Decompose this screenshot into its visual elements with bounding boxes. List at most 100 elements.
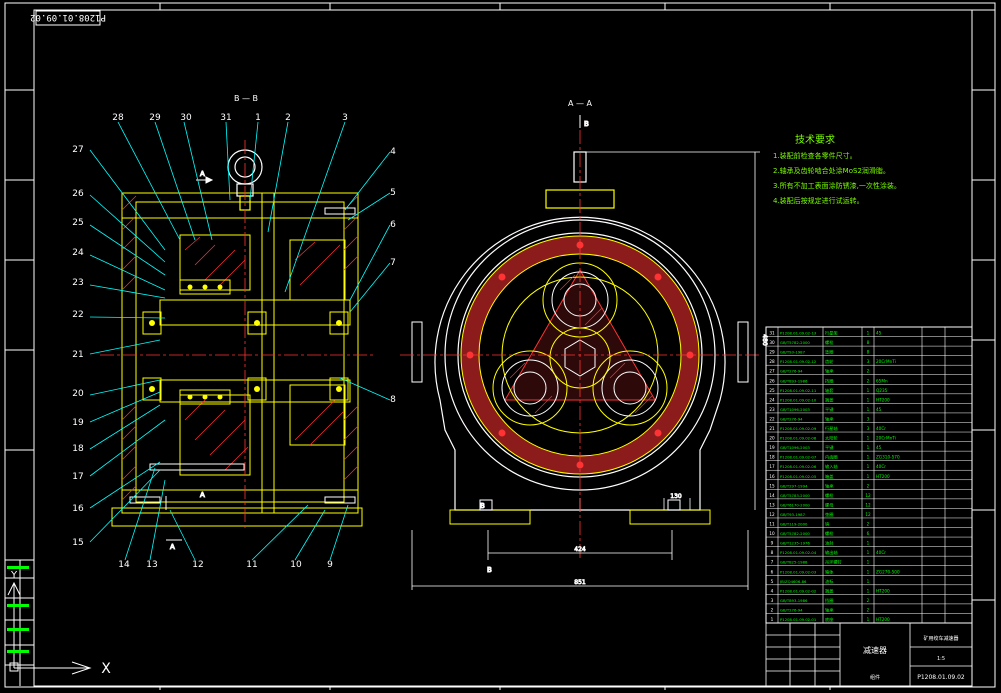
section-label-aa: A — A [568,99,593,108]
bom-cell-no: 30 [769,340,775,345]
bom-cell-code: P1208.01.09.02-12 [780,359,817,364]
bom-cell-no: 31 [769,331,775,336]
dim-height: 480 [761,334,768,346]
bom-cell-code: P1208.01.09.02-13 [780,331,817,336]
tech-note-2: 2.轴承及齿轮啮合处涂MoS2润滑脂。 [773,166,890,175]
balloon-top-4: 1 [255,113,261,123]
bom-cell-code: GB/T276-94 [780,369,803,374]
bom-cell-no: 21 [769,426,775,431]
bom-cell-code: GB/T893-1986 [780,378,808,383]
bom-cell-mat: HT200 [876,474,890,479]
balloon-left-2: 25 [72,218,83,228]
bom-cell-no: 9 [771,541,774,546]
view-marker-b-bottom: B [487,566,492,574]
balloon-right-0: 4 [390,147,396,157]
bom-cell-code: P1208.01.09.02-02 [780,588,817,593]
bom-cell-name: 螺栓 [825,530,834,537]
balloon-left-3: 24 [72,248,84,258]
balloon-bottom-5: 9 [327,560,333,570]
bom-cell-qty: 3 [867,359,870,364]
bom-cell-qty: 1 [867,331,870,336]
bom-cell-code: GB/T5783-2000 [780,493,810,498]
bom-cell-qty: 1 [867,474,870,479]
bom-cell-name: 输出轴 [825,549,838,556]
bom-cell-code: GB/T276-94 [780,416,803,421]
bom-cell-no: 14 [769,493,775,498]
title-block-project: 矿用绞车减速器 [923,635,958,642]
bom-cell-code: JB/ZQ4606-86 [779,579,807,584]
bom-cell-code: P1208.01.09.02-01 [780,617,817,622]
bom-cell-mat: 65Mn [876,378,888,383]
bom-cell-no: 1 [771,617,774,622]
bom-cell-qty: 8 [867,340,870,345]
bom-cell-qty: 1 [867,436,870,441]
balloon-bottom-4: 10 [290,560,302,570]
bom-cell-no: 24 [769,397,775,402]
bom-cell-name: 螺母 [825,501,833,508]
balloon-left-5: 22 [72,310,83,320]
tech-note-3: 3.所有不加工表面涂防锈漆,一次性涂装。 [773,181,901,190]
balloon-left-1: 26 [72,189,84,199]
model-space-background [0,0,1001,693]
bom-cell-no: 10 [769,531,775,536]
ucs-y-label: Y [10,570,18,581]
bom-cell-qty: 1 [867,464,870,469]
bom-cell-qty: 12 [865,512,871,517]
bom-cell-qty: 1 [867,588,870,593]
bom-cell-no: 7 [771,560,774,565]
bom-cell-no: 28 [769,359,775,364]
bom-cell-qty: 1 [867,445,870,450]
bom-cell-no: 12 [769,512,775,517]
balloon-bottom-0: 14 [118,560,130,570]
balloon-top-6: 3 [342,113,348,123]
bom-cell-name: 内齿圈 [825,454,838,461]
title-block-material: 组件 [870,674,880,681]
view-marker-b-top: B [584,120,589,128]
bom-cell-name: 油标 [825,578,833,585]
bom-cell-no: 15 [769,483,775,488]
bom-cell-name: 挡圈 [825,597,833,604]
bom-cell-no: 23 [769,407,775,412]
bom-cell-no: 4 [771,588,774,593]
bom-cell-name: 底座 [825,616,833,623]
bom-cell-qty: 1 [867,617,870,622]
bom-cell-no: 18 [769,455,775,460]
dim-width-total: 851 [574,579,586,586]
balloon-bottom-1: 13 [146,560,157,570]
bom-cell-qty: 12 [865,493,871,498]
bom-cell-no: 27 [769,369,775,374]
bom-cell-no: 22 [769,416,775,421]
bom-cell-qty: 12 [865,502,871,507]
bom-cell-mat: 45 [876,407,882,412]
bom-cell-qty: 2 [867,483,870,488]
bom-cell-code: P1208.01.09.02-04 [780,550,817,555]
bom-cell-no: 17 [769,464,775,469]
bom-cell-qty: 1 [867,388,870,393]
ucs-x-label: X [101,661,111,677]
balloon-left-4: 23 [72,278,83,288]
bom-cell-name: 轴承 [825,368,834,375]
balloon-right-3: 7 [390,258,396,268]
bom-cell-name: 太阳轮 [825,435,838,442]
balloon-top-5: 2 [285,113,291,123]
bom-cell-no: 5 [771,579,774,584]
bom-cell-qty: 1 [867,579,870,584]
bom-cell-code: GB/T297-1994 [780,483,808,488]
balloon-top-0: 28 [112,113,124,123]
bom-cell-mat: Q235 [876,388,888,393]
dim-offset: 130 [670,493,682,500]
bom-cell-name: 螺栓 [825,339,834,346]
bom-cell-mat: 45 [876,331,882,336]
balloon-right-2: 6 [390,220,396,230]
balloon-left-11: 16 [72,504,84,514]
balloon-right-1: 5 [390,188,396,198]
bom-cell-code: GB/T1096-2003 [780,445,810,450]
bom-cell-name: 平键 [825,406,834,413]
bom-cell-no: 16 [769,474,775,479]
balloon-top-1: 29 [149,113,161,123]
bom-cell-code: GB/T93-1987 [780,350,806,355]
bom-cell-name: 齿轮 [825,358,834,365]
cad-drawing-canvas[interactable]: P1208.01.09.02 B — B A A A 28 29 30 31 1… [0,0,1001,693]
view-marker-a-mid: A [200,491,205,499]
bom-cell-code: P1208.01.09.02-03 [780,569,817,574]
